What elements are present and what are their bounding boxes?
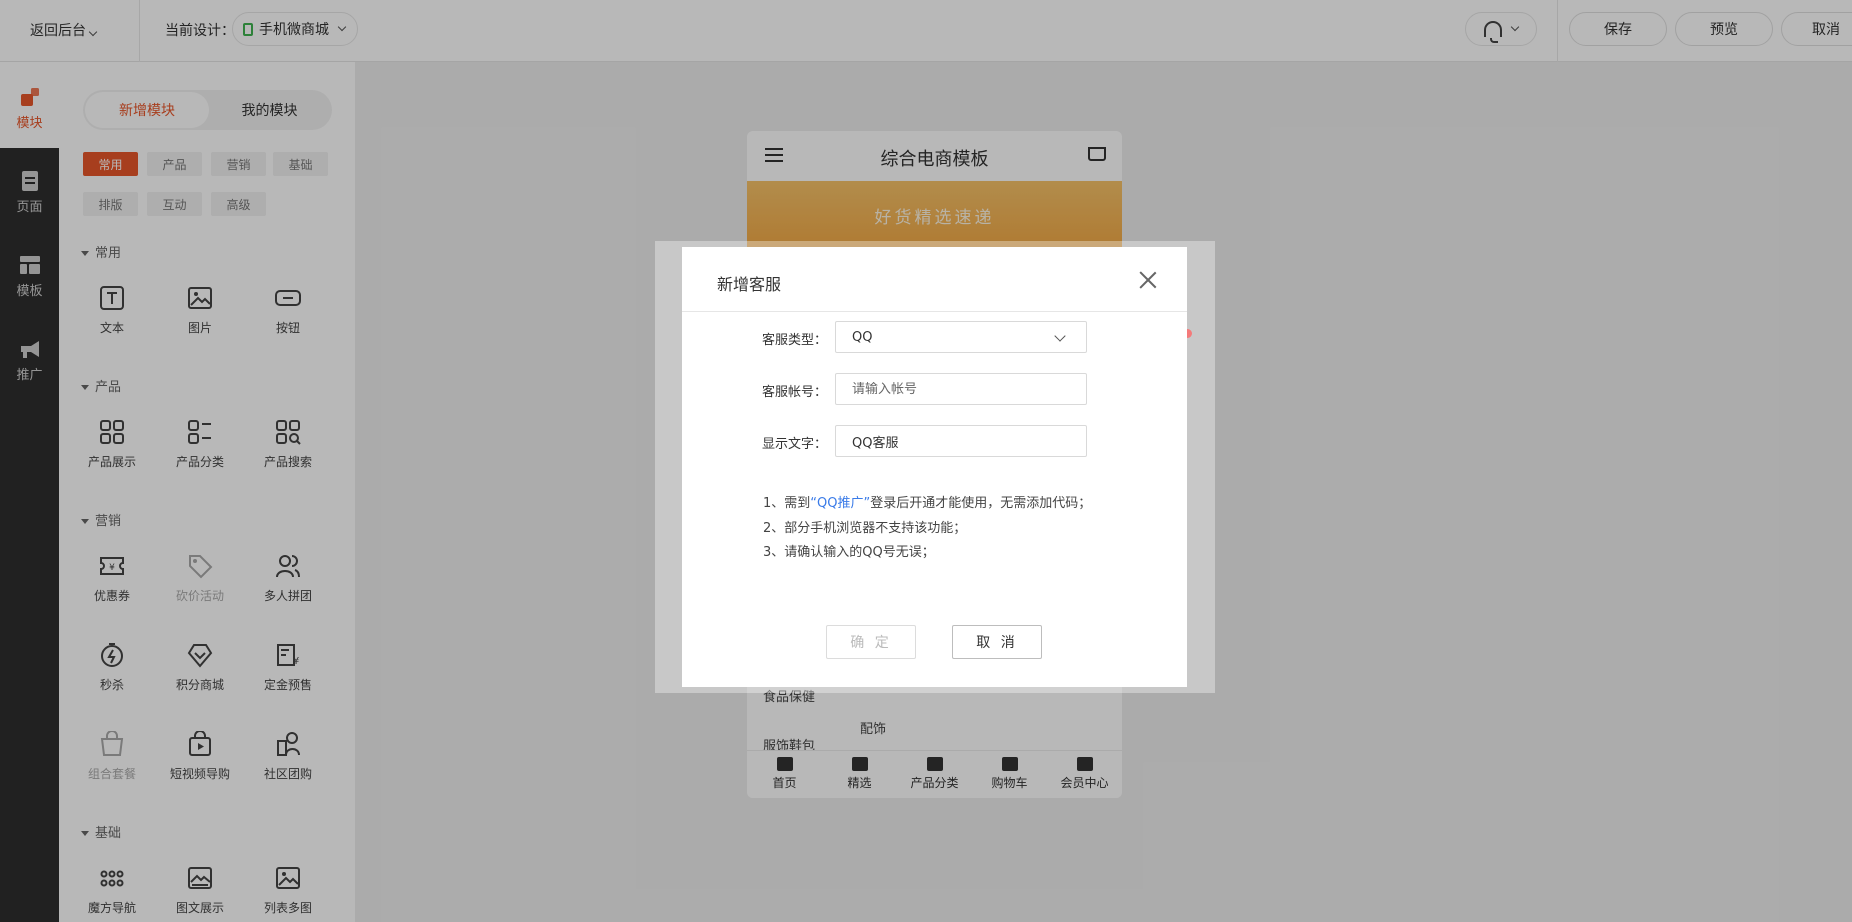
chevron-down-icon <box>1054 330 1066 342</box>
cancel-dialog-button[interactable]: 取 消 <box>952 625 1042 659</box>
service-account-field[interactable] <box>835 373 1087 405</box>
add-customer-service-dialog: 新增客服 客服类型： QQ 客服帐号： 显示文字： 1、需到“QQ推广”登录后开… <box>682 247 1187 687</box>
display-text-input[interactable] <box>852 433 1070 449</box>
close-icon[interactable] <box>1137 269 1159 291</box>
service-type-select[interactable]: QQ <box>835 321 1087 353</box>
service-account-label: 客服帐号： <box>762 385 828 400</box>
service-type-label: 客服类型： <box>762 333 828 348</box>
display-text-label: 显示文字： <box>762 437 828 452</box>
note-line-2: 2、部分手机浏览器不支持该功能； <box>763 521 967 536</box>
service-account-input[interactable] <box>852 381 1070 397</box>
note-text: 1、需到 <box>763 496 811 511</box>
note-text: 登录后开通才能使用，无需添加代码； <box>870 496 1092 511</box>
dialog-divider <box>682 311 1187 312</box>
qq-promote-link[interactable]: “QQ推广” <box>810 496 870 511</box>
note-line-1: 1、需到“QQ推广”登录后开通才能使用，无需添加代码； <box>763 492 1091 511</box>
display-text-field[interactable] <box>835 425 1087 457</box>
note-line-3: 3、请确认输入的QQ号无误； <box>763 545 935 560</box>
dialog-title: 新增客服 <box>717 275 782 294</box>
service-type-value: QQ <box>852 329 873 345</box>
confirm-button[interactable]: 确 定 <box>826 625 916 659</box>
